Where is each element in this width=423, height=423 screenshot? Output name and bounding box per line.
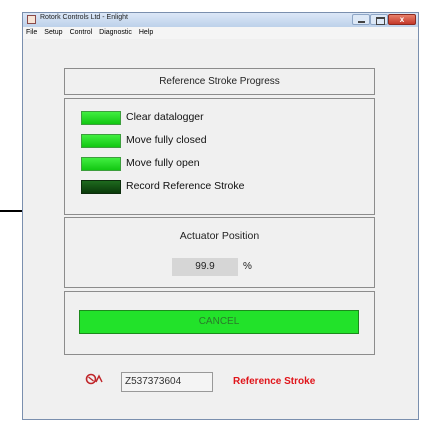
serial-number-field: Z537373604 [121, 372, 213, 392]
step-label-move-open: Move fully open [126, 157, 200, 169]
title-bar[interactable]: Rotork Controls Ltd - Enlight x [23, 13, 418, 27]
menu-control[interactable]: Control [70, 27, 93, 39]
close-button[interactable]: x [388, 14, 416, 25]
mode-status-label: Reference Stroke [233, 376, 316, 387]
client-area: Reference Stroke Progress Clear datalogg… [23, 39, 418, 419]
step-indicator-record-reference [81, 180, 121, 194]
minimize-button[interactable] [352, 14, 370, 25]
progress-header-panel: Reference Stroke Progress [64, 68, 375, 95]
cancel-button[interactable]: CANCEL [79, 310, 359, 334]
step-label-move-closed: Move fully closed [126, 134, 207, 146]
step-label-clear-datalogger: Clear datalogger [126, 111, 204, 123]
menu-bar: File Setup Control Diagnostic Help [23, 27, 418, 39]
menu-setup[interactable]: Setup [44, 27, 62, 39]
menu-diagnostic[interactable]: Diagnostic [99, 27, 132, 39]
position-unit: % [243, 261, 252, 272]
step-label-record-reference: Record Reference Stroke [126, 180, 245, 192]
menu-file[interactable]: File [26, 27, 37, 39]
close-icon: x [399, 15, 405, 24]
maximize-icon [376, 17, 385, 25]
app-icon [27, 15, 36, 24]
app-window: Rotork Controls Ltd - Enlight x File Set… [22, 12, 419, 420]
maximize-button[interactable] [370, 14, 388, 25]
position-title: Actuator Position [179, 230, 260, 242]
menu-help[interactable]: Help [139, 27, 153, 39]
actuator-position-panel: Actuator Position 99.9 % [64, 217, 375, 288]
window-title: Rotork Controls Ltd - Enlight [40, 14, 128, 21]
step-indicator-move-open [81, 157, 121, 171]
cancel-panel: CANCEL [64, 291, 375, 355]
step-indicator-move-closed [81, 134, 121, 148]
actuator-link-icon [85, 373, 103, 385]
steps-panel: Clear datalogger Move fully closed Move … [64, 98, 375, 215]
step-indicator-clear-datalogger [81, 111, 121, 125]
minimize-icon [358, 21, 365, 23]
position-value: 99.9 [172, 258, 238, 276]
progress-title: Reference Stroke Progress [159, 76, 280, 87]
